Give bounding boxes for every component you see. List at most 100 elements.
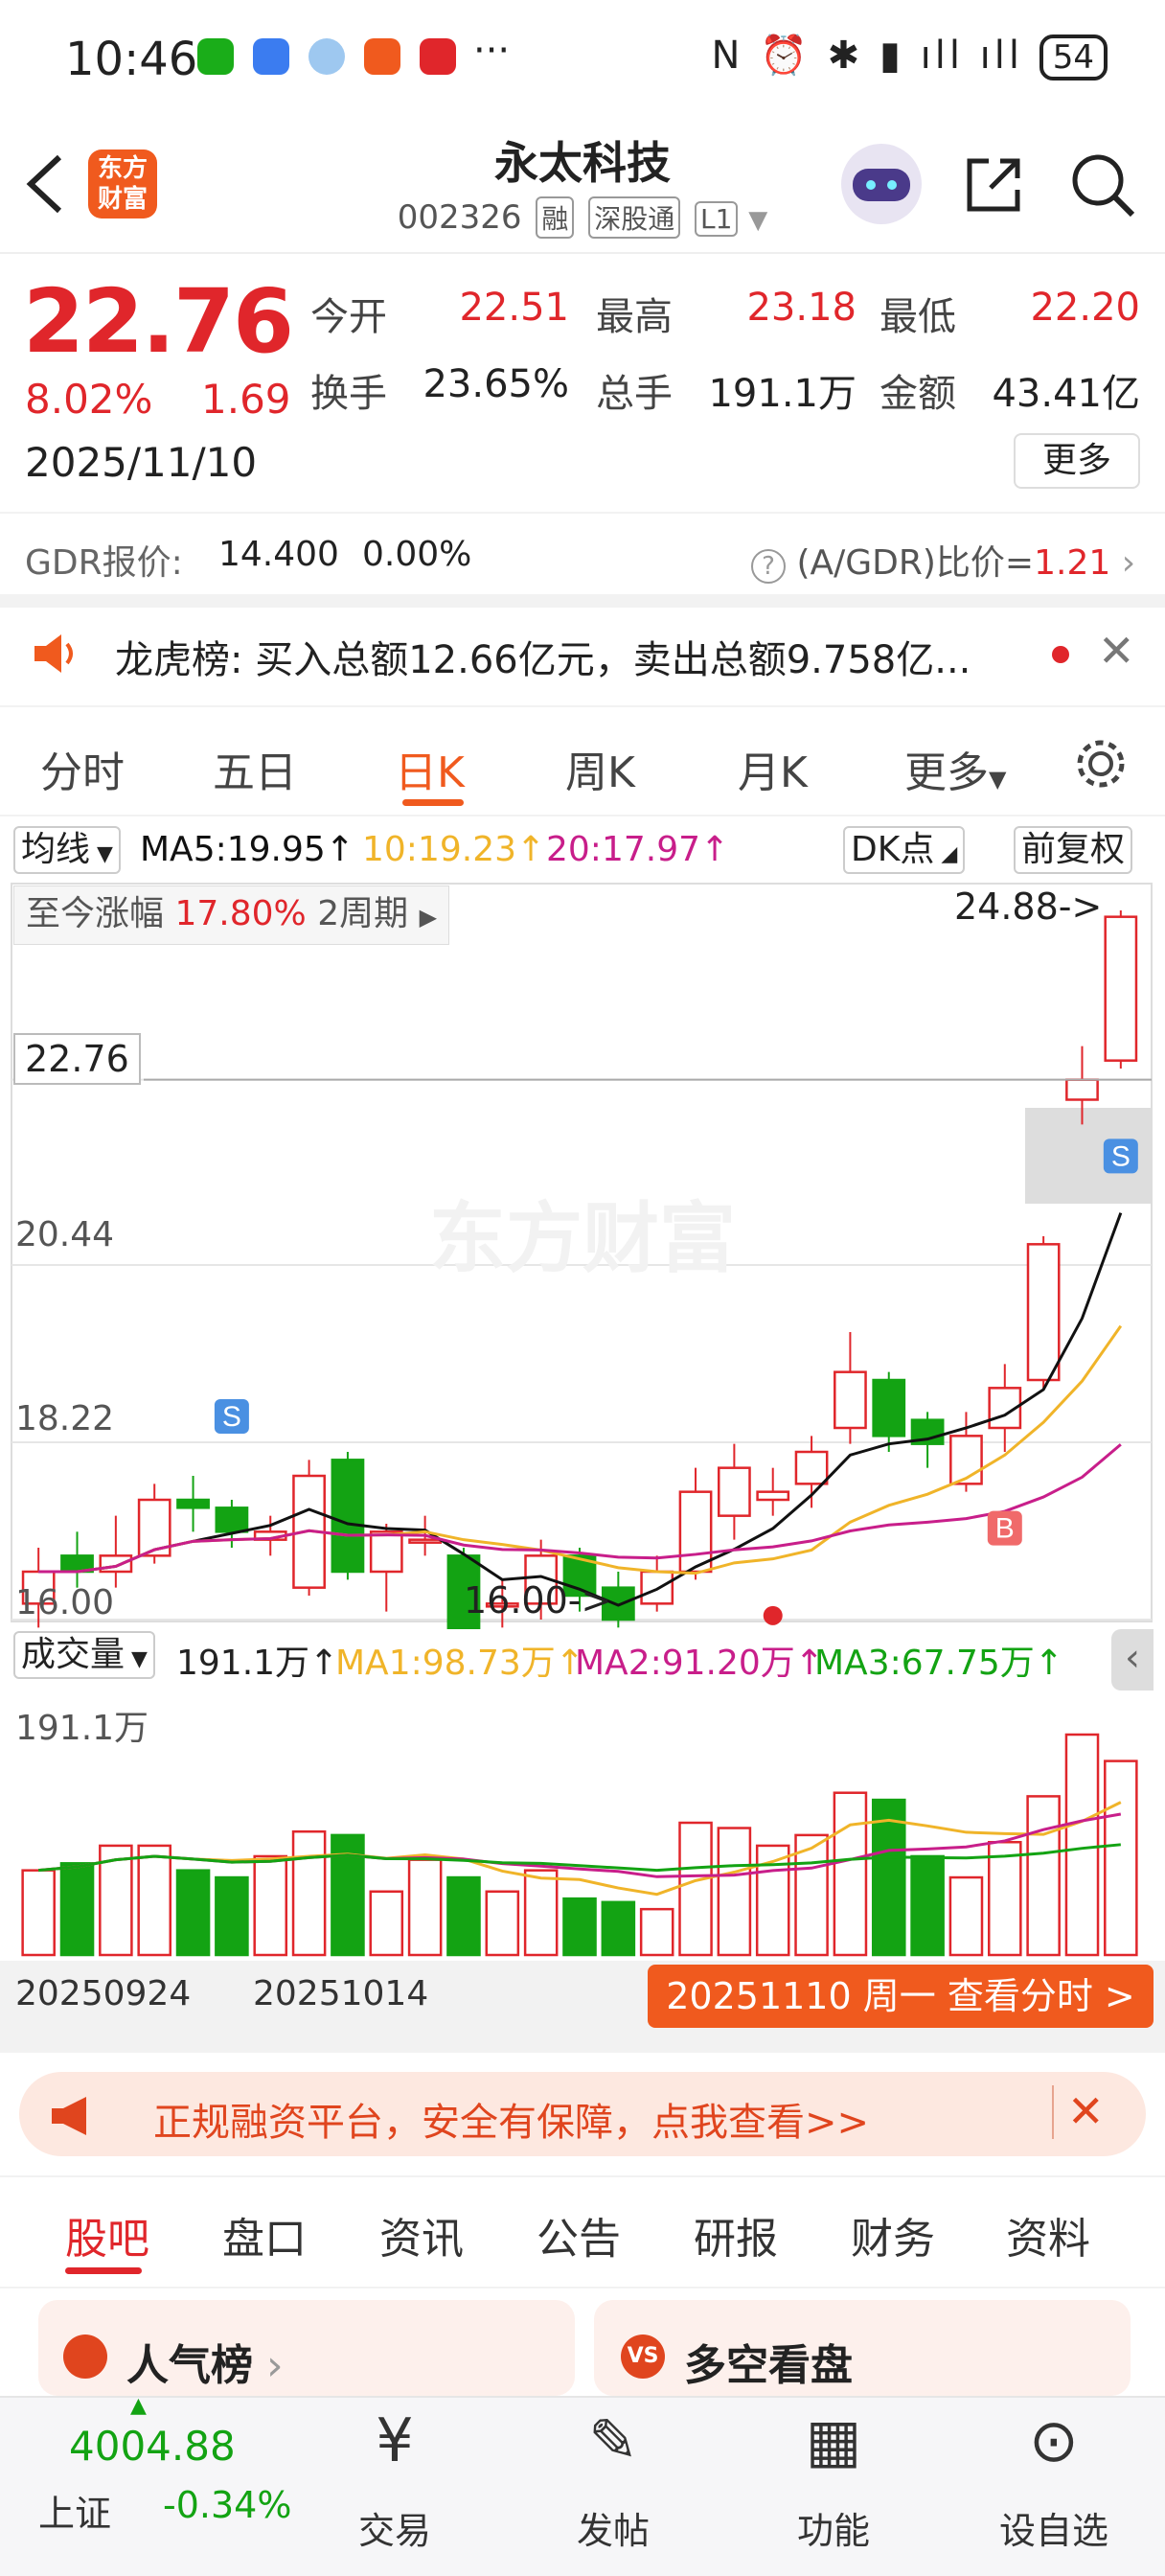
- candle-body: [176, 1498, 210, 1509]
- tab-5day[interactable]: 五日: [213, 738, 297, 799]
- bull-bear-card[interactable]: [594, 2300, 1131, 2396]
- view-fenshi-button[interactable]: 20251110 周一 查看分时 >: [648, 1965, 1154, 2028]
- tab-week-k[interactable]: 周K: [565, 738, 635, 799]
- amount-label: 金额: [879, 372, 956, 416]
- open-label: 今开: [310, 295, 387, 339]
- volume-label: 总手: [596, 372, 673, 416]
- more-quote-button[interactable]: 更多: [1014, 433, 1140, 489]
- buy-marker-label: B: [995, 1513, 1015, 1545]
- tab-more-label: 更多: [904, 748, 989, 797]
- high-label: 最高: [596, 295, 673, 339]
- tab-guba[interactable]: 股吧: [65, 2204, 149, 2266]
- candle-body: [331, 1459, 365, 1574]
- share-icon[interactable]: [962, 153, 1025, 217]
- range-info[interactable]: 至今涨幅 17.80% 2周期 ▶: [13, 886, 450, 945]
- turnover-value: 23.65%: [423, 362, 569, 406]
- megaphone-icon: [52, 2097, 86, 2135]
- volume-bar: [717, 1827, 752, 1957]
- chevron-right-icon: ▶: [419, 904, 438, 931]
- x-label: 20250924: [15, 1974, 192, 2013]
- candle-body: [834, 1370, 867, 1430]
- footer-trade[interactable]: 交易: [299, 2501, 491, 2554]
- volume-bar: [523, 1869, 559, 1957]
- edit-icon: ✎: [588, 2405, 638, 2475]
- candle-body: [872, 1378, 906, 1438]
- candle-body: [1026, 1243, 1061, 1382]
- footer-function[interactable]: 功能: [738, 2501, 929, 2554]
- dropdown-icon: ◢: [934, 842, 958, 866]
- volume-axis-max: 191.1万: [15, 1709, 149, 1748]
- close-icon[interactable]: ✕: [1098, 625, 1135, 677]
- tab-month-k[interactable]: 月K: [738, 738, 808, 799]
- candle-body: [369, 1530, 403, 1574]
- candlestick-chart[interactable]: 东方财富 S B S: [0, 882, 1165, 1629]
- gdr-price: 14.400: [218, 535, 339, 574]
- candle-body: [717, 1466, 751, 1517]
- wechat-icon: [197, 38, 234, 75]
- ma-select-label: 均线: [21, 830, 91, 869]
- tab-day-k[interactable]: 日K: [395, 738, 465, 799]
- gdr-label: GDR报价:: [25, 543, 183, 583]
- footer-post[interactable]: 发帖: [517, 2501, 709, 2554]
- status-bar: 10:46 ··· N ⏰ ✱ ▮ ıll ıll 54: [0, 0, 1165, 115]
- ma10-label: 10:19.23↑: [362, 830, 546, 869]
- volume-select-label: 成交量: [21, 1635, 126, 1674]
- axis-label-mid: 20.44: [15, 1215, 115, 1254]
- volume-bar: [1064, 1733, 1100, 1957]
- candle-body: [678, 1490, 713, 1574]
- dropdown-icon: ▼: [748, 206, 768, 235]
- axis-label-low: 18.22: [15, 1399, 115, 1438]
- speaker-icon: [34, 634, 73, 673]
- tab-profile[interactable]: 资料: [1006, 2204, 1090, 2266]
- tab-pankou[interactable]: 盘口: [222, 2204, 307, 2266]
- amount-value: 43.41亿: [992, 372, 1140, 416]
- notice-label: 龙虎榜:: [115, 638, 243, 682]
- tab-research[interactable]: 研报: [694, 2204, 778, 2266]
- buy-marker: B: [987, 1510, 1022, 1546]
- divider: [0, 512, 1165, 514]
- close-icon[interactable]: ✕: [1067, 2085, 1105, 2137]
- settings-icon[interactable]: [1071, 734, 1131, 794]
- gdr-ratio-row[interactable]: ? (A/GDR)比价=1.21 ›: [751, 535, 1135, 585]
- volume-bar: [910, 1854, 945, 1957]
- tab-news[interactable]: 资讯: [379, 2204, 464, 2266]
- sell-marker: S: [1103, 1138, 1138, 1174]
- tab-fenshi[interactable]: 分时: [40, 738, 125, 799]
- volume-value: 191.1万: [708, 372, 857, 416]
- tag-margin: 融: [536, 196, 575, 239]
- footer-add-watch[interactable]: 设自选: [958, 2501, 1150, 2554]
- adjust-select[interactable]: 前复权: [1014, 826, 1133, 874]
- current-price-label: 22.76: [13, 1033, 141, 1085]
- divider: [0, 815, 1165, 816]
- popularity-label: 人气榜 ›: [126, 2331, 284, 2392]
- search-icon[interactable]: [1069, 151, 1136, 218]
- volume-select[interactable]: 成交量 ▼: [13, 1631, 155, 1679]
- tab-more[interactable]: 更多▼: [904, 738, 1006, 799]
- collapse-tab[interactable]: ‹: [1111, 1629, 1154, 1690]
- candle-body: [756, 1490, 790, 1502]
- volume-chart[interactable]: [0, 1687, 1165, 1961]
- divider: [1052, 2085, 1054, 2139]
- tab-announce[interactable]: 公告: [537, 2204, 621, 2266]
- assistant-avatar[interactable]: [841, 144, 922, 224]
- ma-select[interactable]: 均线 ▼: [13, 826, 121, 874]
- active-tab-indicator: [65, 2267, 142, 2274]
- app-icon: [420, 38, 456, 75]
- status-time: 10:46: [65, 33, 198, 86]
- divider: [0, 594, 1165, 608]
- sell-marker-label: S: [222, 1401, 241, 1433]
- range-period: 2周期: [317, 894, 409, 933]
- tab-finance[interactable]: 财务: [851, 2204, 935, 2266]
- dk-point-select[interactable]: DK点 ◢: [843, 826, 966, 874]
- candle-body: [1065, 1078, 1099, 1101]
- dragon-tiger-notice[interactable]: 龙虎榜: 买入总额12.66亿元，卖出总额9.758亿...: [115, 629, 971, 684]
- index-name: 上证: [38, 2493, 112, 2535]
- cloud-icon: [308, 38, 345, 75]
- candle-body: [408, 1538, 443, 1544]
- current-price: 22.76: [23, 270, 294, 373]
- vol-ma3: MA3:67.75万↑: [814, 1644, 1063, 1683]
- help-icon: ?: [751, 549, 786, 584]
- dropdown-icon: ▼: [125, 1647, 148, 1671]
- popularity-card[interactable]: [38, 2300, 575, 2396]
- turnover-label: 换手: [310, 372, 387, 416]
